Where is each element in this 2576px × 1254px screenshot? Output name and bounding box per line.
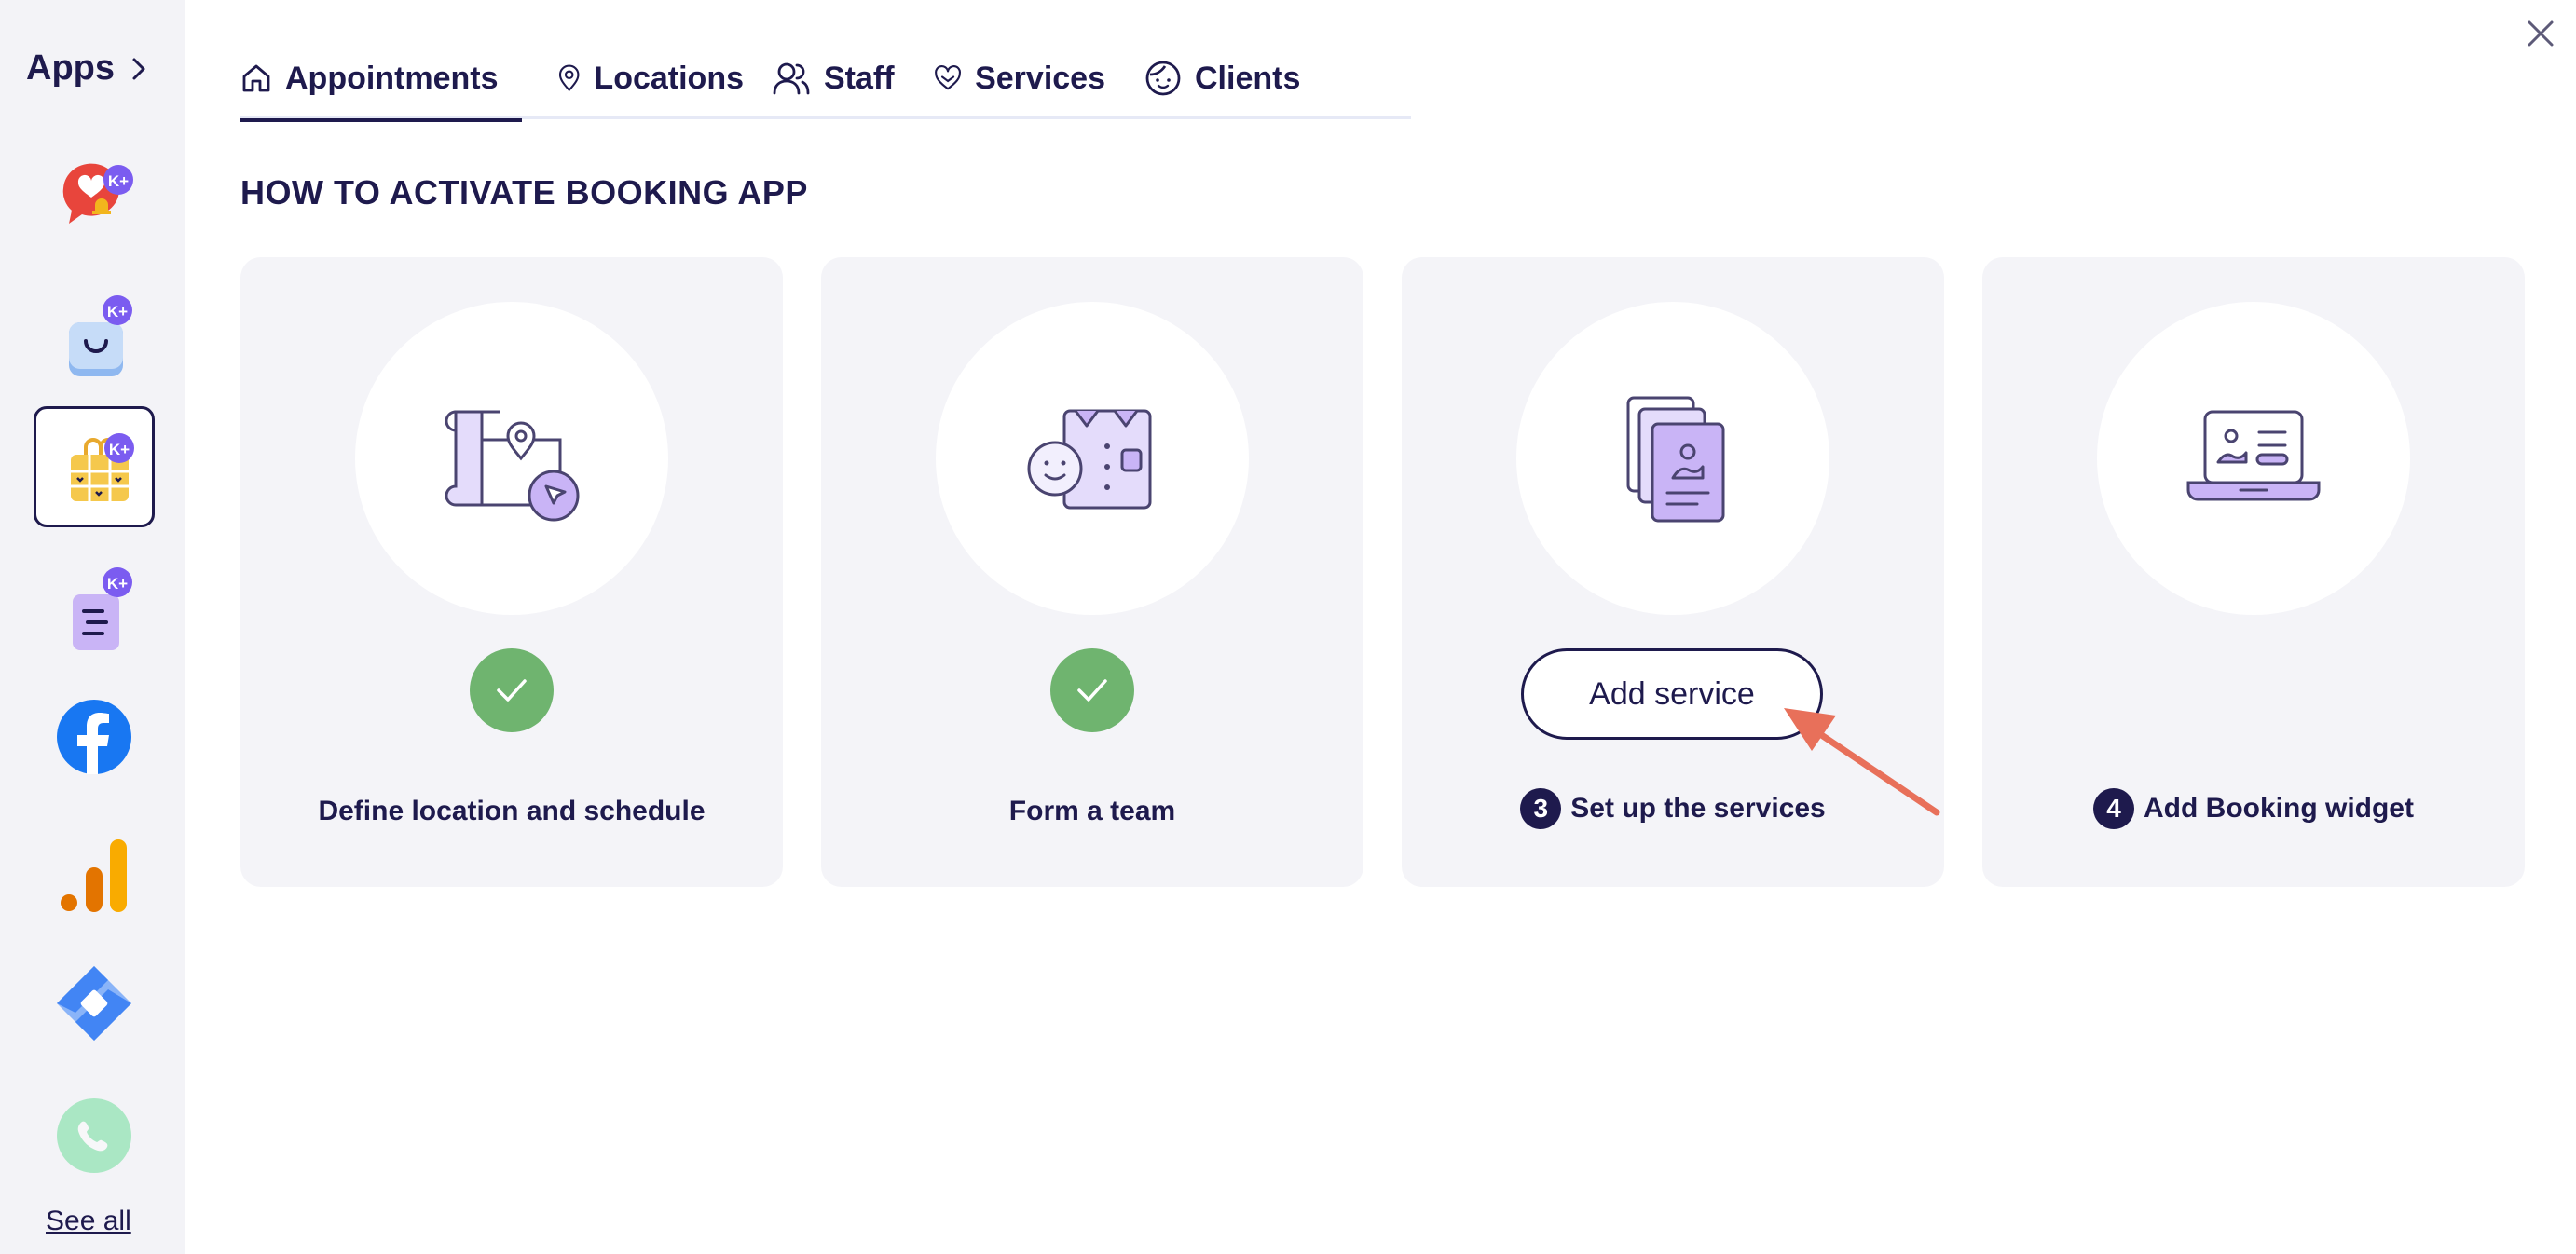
tab-label: Staff bbox=[824, 60, 895, 96]
step-label: Form a team bbox=[1008, 796, 1176, 826]
step-card-location: Define location and schedule bbox=[240, 257, 783, 887]
users-icon bbox=[773, 62, 810, 95]
tab-staff[interactable]: Staff bbox=[772, 37, 895, 119]
step-illustration bbox=[936, 302, 1249, 615]
step-label: Define location and schedule bbox=[318, 796, 706, 826]
tab-bar: Appointments Locations Staff Services Cl… bbox=[240, 37, 1411, 122]
chat-heart-icon bbox=[62, 163, 119, 224]
step-label-row: 3 Set up the services bbox=[1402, 788, 1944, 829]
map-pin-icon bbox=[558, 64, 580, 92]
tab-locations[interactable]: Locations bbox=[557, 37, 744, 119]
sidebar-app-facebook[interactable] bbox=[34, 676, 155, 797]
check-icon bbox=[497, 679, 527, 702]
tab-label: Locations bbox=[594, 60, 744, 96]
heart-hand-icon bbox=[935, 65, 961, 90]
step-label: Set up the services bbox=[1570, 793, 1826, 824]
booking-calendar-icon bbox=[71, 438, 129, 501]
google-analytics-icon bbox=[61, 839, 127, 912]
step-illustration bbox=[2097, 302, 2410, 615]
step-number-badge: 4 bbox=[2093, 788, 2135, 829]
sidebar-app-forms[interactable] bbox=[34, 552, 155, 673]
laptop-widget-icon bbox=[2186, 410, 2321, 501]
sidebar-app-whatsapp[interactable] bbox=[34, 1075, 155, 1196]
home-icon bbox=[242, 64, 270, 92]
sidebar-app-analytics[interactable] bbox=[34, 811, 155, 932]
app-root: Apps See all Appointments Locations Staf… bbox=[0, 0, 2576, 1254]
team-shirt-icon bbox=[1027, 409, 1152, 510]
tab-clients[interactable]: Clients bbox=[1144, 37, 1303, 119]
tab-appointments[interactable]: Appointments bbox=[240, 37, 522, 122]
step-card-services: Add service 3 Set up the services bbox=[1402, 257, 1944, 887]
add-service-button[interactable]: Add service bbox=[1521, 648, 1823, 740]
whatsapp-icon bbox=[57, 1098, 131, 1173]
sidebar-app-tag-manager[interactable] bbox=[34, 943, 155, 1064]
step-card-widget: 4 Add Booking widget bbox=[1982, 257, 2525, 887]
tab-services[interactable]: Services bbox=[934, 37, 1105, 119]
step-illustration bbox=[355, 302, 668, 615]
facebook-icon bbox=[57, 700, 131, 774]
step-complete-badge bbox=[1050, 648, 1134, 732]
apps-header[interactable]: Apps bbox=[26, 48, 146, 89]
step-label-row: 4 Add Booking widget bbox=[1982, 788, 2525, 829]
step-illustration bbox=[1516, 302, 1829, 615]
apps-title: Apps bbox=[26, 48, 115, 88]
apps-sidebar: Apps See all bbox=[0, 0, 185, 1254]
see-all-link[interactable]: See all bbox=[46, 1206, 131, 1237]
sidebar-app-booking[interactable] bbox=[34, 406, 155, 527]
chevron-right-icon bbox=[131, 57, 146, 81]
sidebar-app-store[interactable] bbox=[34, 279, 155, 401]
sidebar-app-chat[interactable] bbox=[34, 140, 155, 261]
step-label: Add Booking widget bbox=[2144, 793, 2414, 824]
tab-label: Appointments bbox=[285, 60, 499, 96]
google-tag-manager-icon bbox=[57, 966, 131, 1041]
service-documents-icon bbox=[1626, 396, 1725, 523]
step-card-team: Form a team bbox=[821, 257, 1363, 887]
form-document-icon bbox=[73, 594, 119, 650]
shopping-bag-icon bbox=[69, 322, 123, 376]
step-number-badge: 3 bbox=[1520, 788, 1562, 829]
close-button[interactable] bbox=[2524, 17, 2557, 50]
tab-label: Clients bbox=[1195, 60, 1301, 96]
face-icon bbox=[1145, 61, 1181, 96]
page-title: HOW TO ACTIVATE BOOKING APP bbox=[240, 173, 808, 211]
tab-label: Services bbox=[975, 60, 1105, 96]
check-icon bbox=[1077, 679, 1107, 702]
map-location-icon bbox=[445, 410, 580, 522]
close-icon bbox=[2528, 20, 2554, 47]
step-complete-badge bbox=[470, 648, 554, 732]
